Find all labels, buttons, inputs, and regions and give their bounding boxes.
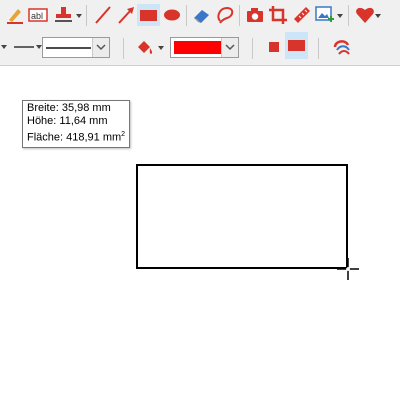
filled-rect-icon	[288, 40, 305, 51]
style-dropdown-chevron-icon[interactable]	[0, 43, 8, 51]
color-dropdown[interactable]	[221, 38, 238, 57]
toolbar-separator	[318, 38, 319, 59]
lasso-button[interactable]	[214, 4, 236, 26]
lasso-icon	[217, 6, 234, 24]
effects-button[interactable]	[331, 36, 353, 58]
chevron-down-icon	[225, 44, 235, 51]
toolbar-separator	[86, 5, 87, 26]
line-icon	[95, 6, 111, 24]
highlighter-button[interactable]	[4, 4, 26, 26]
fill-color-button[interactable]	[134, 36, 156, 58]
solid-line-preview	[46, 47, 91, 49]
color-combo[interactable]	[170, 37, 239, 58]
stamp-icon	[55, 7, 72, 22]
eraser-button[interactable]	[191, 4, 213, 26]
rectangle-button[interactable]	[137, 4, 160, 26]
fill-mode-wide-button[interactable]	[285, 32, 308, 59]
toolbar-separator	[252, 38, 253, 59]
drawing-toolbar: abl	[0, 0, 400, 31]
camera-button[interactable]	[244, 4, 266, 26]
toolbar-separator	[348, 5, 349, 26]
ellipse-button[interactable]	[161, 4, 183, 26]
stamp-dropdown-chevron-icon[interactable]	[75, 12, 83, 20]
fill-mode-filled-button[interactable]	[263, 36, 285, 58]
camera-icon	[247, 8, 263, 22]
highlighter-icon	[7, 9, 23, 24]
text-field-icon: abl	[28, 8, 48, 22]
tooltip-height: Höhe: 11,64 mm	[27, 115, 108, 127]
style-toolbar	[0, 31, 400, 66]
line-button[interactable]	[92, 4, 114, 26]
crosshair-cursor-icon	[337, 258, 359, 280]
toolbar-separator	[186, 5, 187, 26]
ellipse-icon	[164, 9, 180, 21]
image-add-dropdown-chevron-icon[interactable]	[336, 12, 344, 20]
color-swatch	[174, 41, 221, 54]
crop-button[interactable]	[267, 4, 289, 26]
image-add-icon	[315, 6, 334, 22]
crop-icon	[269, 6, 287, 24]
ribbon-icon	[333, 40, 350, 55]
toolbar-separator	[123, 38, 124, 59]
ruler-icon	[294, 7, 310, 23]
eraser-icon	[194, 10, 209, 23]
tooltip-area: Fläche: 418,91 mm2	[27, 128, 125, 145]
line-weight-dropdown[interactable]	[92, 38, 109, 57]
tooltip-area-unit-exponent: 2	[121, 131, 126, 138]
tooltip-area-value: Fläche: 418,91 mm	[27, 131, 122, 144]
fill-bucket-icon	[138, 41, 153, 54]
svg-text:abl: abl	[31, 11, 43, 21]
arrow-icon	[118, 7, 134, 24]
filled-square-icon	[269, 42, 279, 52]
ruler-button[interactable]	[291, 4, 313, 26]
fill-dropdown-chevron-icon[interactable]	[157, 44, 165, 52]
stamp-button[interactable]	[52, 4, 74, 26]
favorites-dropdown-chevron-icon[interactable]	[374, 12, 382, 20]
heart-icon	[356, 7, 374, 24]
toolbar-separator	[239, 5, 240, 26]
text-field-button[interactable]: abl	[27, 4, 49, 26]
line-style-button[interactable]	[12, 36, 42, 58]
rectangle-icon	[140, 10, 157, 21]
line-style-icon	[14, 45, 42, 49]
measure-tooltip: Breite: 35,98 mm Höhe: 11,64 mm Fläche: …	[22, 100, 131, 148]
line-weight-combo[interactable]	[42, 37, 110, 58]
arrow-button[interactable]	[115, 4, 137, 26]
favorites-button[interactable]	[354, 4, 376, 26]
tooltip-width: Breite: 35,98 mm	[27, 102, 111, 114]
chevron-down-icon	[96, 44, 106, 51]
image-add-button[interactable]	[314, 4, 336, 26]
drawn-rectangle[interactable]	[136, 164, 348, 269]
